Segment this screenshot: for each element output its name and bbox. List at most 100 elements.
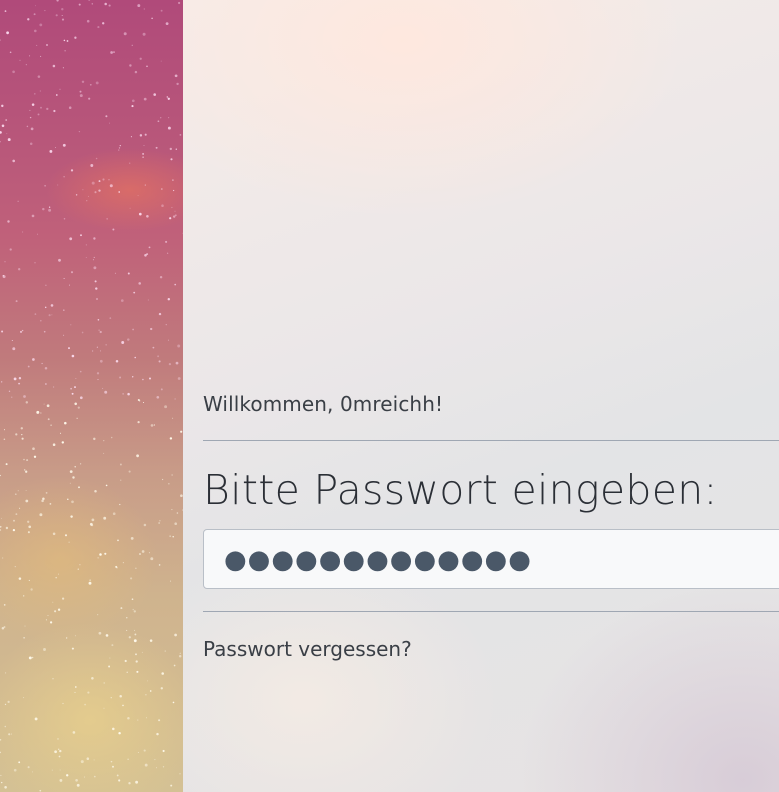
sparkle (63, 39, 66, 42)
password-input[interactable]: ●●●●●●●●●●●●● (203, 529, 779, 589)
sparkle (4, 10, 7, 12)
sparkle (33, 29, 37, 33)
sparkle (28, 579, 30, 581)
sparkle (14, 493, 17, 496)
sparkle (0, 141, 1, 143)
sparkle (148, 552, 150, 554)
sparkle (61, 441, 65, 444)
sparkle (78, 3, 81, 6)
sparkle (156, 732, 159, 736)
sparkle (39, 789, 42, 792)
sparkle (130, 136, 132, 138)
sparkle (40, 106, 42, 109)
sparkle (135, 567, 137, 569)
sparkle (127, 717, 130, 720)
sparkle (95, 81, 99, 85)
sparkle (34, 313, 37, 315)
sparkle (160, 388, 163, 391)
sparkle (102, 22, 105, 25)
sparkle (36, 410, 40, 414)
sparkle (2, 275, 6, 279)
sparkle (134, 633, 137, 636)
sparkle (105, 344, 107, 346)
sparkle (23, 595, 25, 597)
sparkle (123, 32, 127, 36)
sparkle (4, 261, 6, 263)
sparkle (62, 67, 64, 69)
sparkle (26, 459, 29, 462)
sparkle (94, 489, 97, 493)
sparkle (103, 682, 105, 684)
sparkle (150, 327, 153, 331)
sparkle (92, 259, 94, 261)
sparkle (78, 486, 80, 489)
sparkle (18, 377, 22, 380)
sparkle (91, 181, 95, 185)
sparkle (13, 377, 17, 381)
sparkle (24, 469, 26, 471)
sparkle (173, 664, 176, 667)
sparkle (87, 691, 90, 694)
sparkle (61, 14, 63, 17)
sparkle (93, 237, 96, 240)
sparkle (28, 656, 32, 660)
sparkle (31, 771, 34, 773)
forgot-password-link[interactable]: Passwort vergessen? (203, 637, 412, 661)
sparkle (113, 51, 115, 53)
sparkle (148, 377, 152, 380)
sparkle (68, 541, 70, 543)
sparkle (27, 766, 30, 769)
sparkle (86, 757, 90, 760)
sparkle (138, 282, 141, 285)
sparkle (33, 455, 37, 458)
sparkle (91, 677, 94, 680)
sparkle (79, 94, 83, 98)
sparkle (53, 109, 56, 113)
sparkle (0, 131, 2, 134)
sparkle (34, 93, 36, 95)
sparkle (159, 275, 163, 279)
sparkle (0, 751, 2, 754)
sparkle (143, 144, 145, 146)
sparkle (118, 149, 120, 151)
sparkle (55, 147, 57, 149)
sparkle (75, 194, 78, 196)
sparkle (109, 657, 111, 659)
sparkle (69, 470, 73, 473)
sparkle (77, 406, 80, 409)
sparkle (40, 412, 42, 414)
sparkle (109, 317, 112, 319)
sparkle (80, 463, 82, 465)
sparkle (135, 653, 137, 656)
sparkle (3, 438, 6, 440)
sparkle (25, 499, 29, 503)
sparkle (32, 447, 35, 451)
sparkle (179, 134, 182, 136)
sparkle (81, 331, 84, 334)
sparkle (119, 376, 122, 379)
sparkle (5, 526, 9, 530)
sparkle (79, 370, 82, 373)
sparkle (12, 347, 16, 351)
sparkle (112, 765, 114, 768)
sparkle (160, 9, 163, 12)
sparkle (94, 191, 97, 194)
sparkle (119, 463, 122, 466)
sparkle (164, 650, 166, 652)
sparkle (45, 284, 47, 286)
sparkle (27, 531, 30, 534)
sparkle (150, 424, 154, 427)
sparkle (56, 0, 59, 2)
sparkle (0, 525, 2, 528)
sparkle (127, 272, 130, 275)
sparkle (89, 83, 92, 86)
sparkle (64, 50, 66, 52)
sparkle (97, 26, 100, 29)
sparkle (128, 782, 131, 785)
sparkle (69, 237, 73, 241)
sparkle (64, 421, 67, 425)
sparkle (70, 387, 72, 390)
sparkle (102, 387, 104, 389)
sparkle (119, 144, 121, 147)
sparkle (30, 588, 33, 591)
